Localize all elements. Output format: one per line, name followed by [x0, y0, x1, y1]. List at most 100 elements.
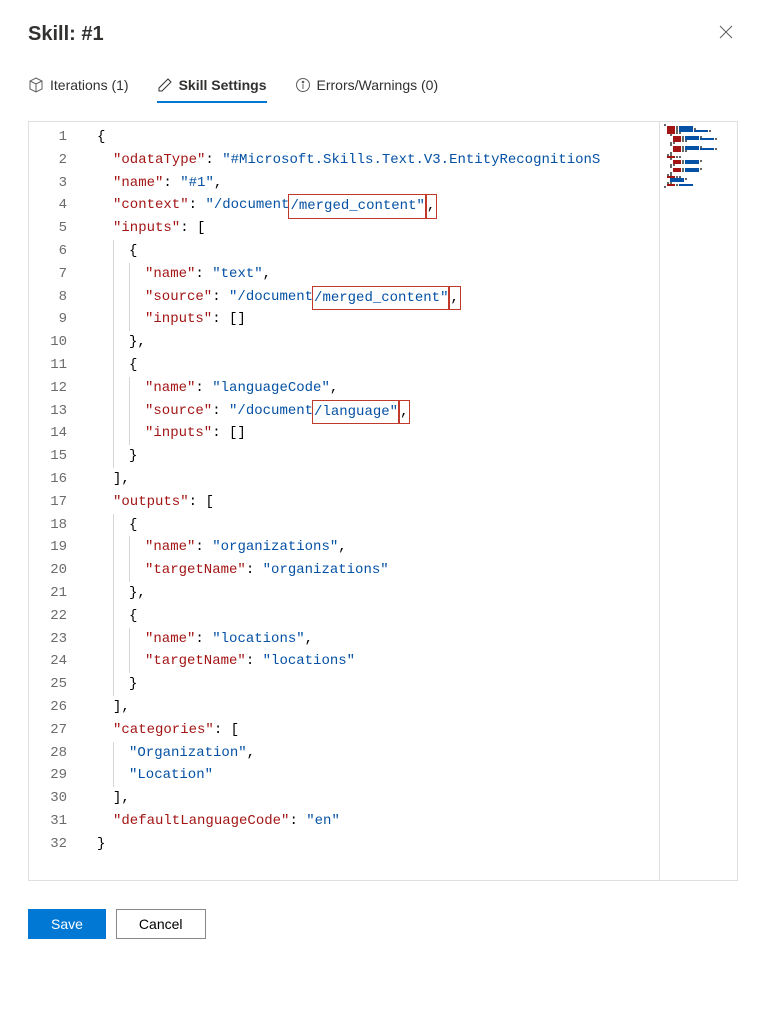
- code-line[interactable]: "inputs": [: [97, 217, 659, 240]
- editor-code-area[interactable]: {"odataType": "#Microsoft.Skills.Text.V3…: [85, 122, 659, 880]
- code-token: {: [129, 240, 137, 263]
- line-number: 32: [33, 833, 67, 856]
- line-number: 10: [33, 331, 67, 354]
- code-token: []: [229, 308, 246, 331]
- code-line[interactable]: {: [97, 514, 659, 537]
- code-token: ,: [448, 286, 460, 311]
- code-token: ,: [121, 787, 129, 810]
- line-number: 5: [33, 217, 67, 240]
- code-line[interactable]: "source": "/document/language",: [97, 400, 659, 423]
- line-number: 31: [33, 810, 67, 833]
- code-token: :: [163, 172, 180, 195]
- code-line[interactable]: {: [97, 605, 659, 628]
- line-number: 4: [33, 194, 67, 217]
- code-token: "/document: [229, 286, 313, 309]
- code-token: "text": [212, 263, 262, 286]
- code-token: :: [212, 400, 229, 423]
- code-token: :: [195, 628, 212, 651]
- code-line[interactable]: {: [97, 240, 659, 263]
- code-token: }: [129, 582, 137, 605]
- code-line[interactable]: ],: [97, 787, 659, 810]
- close-button[interactable]: [714, 20, 738, 49]
- code-token: "en": [306, 810, 340, 833]
- tab-skill-settings[interactable]: Skill Settings: [157, 71, 267, 103]
- code-token: "name": [145, 536, 195, 559]
- code-token: :: [180, 217, 197, 240]
- code-token: :: [189, 194, 206, 217]
- code-line[interactable]: }: [97, 445, 659, 468]
- code-token: ]: [113, 787, 121, 810]
- code-line[interactable]: "Organization",: [97, 742, 659, 765]
- line-number: 21: [33, 582, 67, 605]
- code-token: "#Microsoft.Skills.Text.V3.EntityRecogni…: [222, 149, 600, 172]
- code-token: :: [212, 286, 229, 309]
- editor-minimap[interactable]: [659, 122, 737, 880]
- line-number: 12: [33, 377, 67, 400]
- code-token: }: [129, 331, 137, 354]
- line-number: 2: [33, 149, 67, 172]
- code-token: "categories": [113, 719, 214, 742]
- code-line[interactable]: ],: [97, 696, 659, 719]
- code-token: }: [129, 673, 137, 696]
- code-token: "languageCode": [212, 377, 330, 400]
- code-token: /merged_content": [288, 194, 426, 219]
- code-line[interactable]: "name": "#1",: [97, 172, 659, 195]
- code-line[interactable]: "targetName": "organizations": [97, 559, 659, 582]
- save-button[interactable]: Save: [28, 909, 106, 939]
- code-token: [: [231, 719, 239, 742]
- json-editor[interactable]: 1234567891011121314151617181920212223242…: [28, 121, 738, 881]
- line-number: 29: [33, 764, 67, 787]
- line-number: 16: [33, 468, 67, 491]
- line-number: 26: [33, 696, 67, 719]
- code-token: "name": [113, 172, 163, 195]
- line-number: 9: [33, 308, 67, 331]
- code-line[interactable]: "targetName": "locations": [97, 650, 659, 673]
- code-line[interactable]: "defaultLanguageCode": "en": [97, 810, 659, 833]
- code-line[interactable]: {: [97, 126, 659, 149]
- line-number: 17: [33, 491, 67, 514]
- code-line[interactable]: }: [97, 833, 659, 856]
- code-token: ,: [338, 536, 346, 559]
- code-line[interactable]: },: [97, 582, 659, 605]
- cancel-button[interactable]: Cancel: [116, 909, 206, 939]
- tab-errors-warnings[interactable]: Errors/Warnings (0): [295, 71, 439, 103]
- code-token: ]: [113, 696, 121, 719]
- code-token: ,: [137, 582, 145, 605]
- line-number: 13: [33, 400, 67, 423]
- code-line[interactable]: ],: [97, 468, 659, 491]
- code-line[interactable]: "categories": [: [97, 719, 659, 742]
- code-line[interactable]: "outputs": [: [97, 491, 659, 514]
- code-token: {: [129, 514, 137, 537]
- code-line[interactable]: },: [97, 331, 659, 354]
- code-line[interactable]: "name": "locations",: [97, 628, 659, 651]
- code-token: "context": [113, 194, 189, 217]
- code-line[interactable]: "source": "/document/merged_content",: [97, 286, 659, 309]
- code-line[interactable]: "context": "/document/merged_content",: [97, 194, 659, 217]
- code-line[interactable]: "inputs": []: [97, 422, 659, 445]
- code-token: "outputs": [113, 491, 189, 514]
- tab-iterations[interactable]: Iterations (1): [28, 71, 129, 103]
- code-line[interactable]: {: [97, 354, 659, 377]
- tab-bar: Iterations (1) Skill Settings Errors/War…: [28, 71, 738, 103]
- code-token: "Organization": [129, 742, 247, 765]
- code-line[interactable]: "name": "organizations",: [97, 536, 659, 559]
- tab-iterations-label: Iterations (1): [50, 77, 129, 93]
- code-line[interactable]: "Location": [97, 764, 659, 787]
- line-number: 22: [33, 605, 67, 628]
- code-line[interactable]: }: [97, 673, 659, 696]
- code-token: :: [214, 719, 231, 742]
- code-line[interactable]: "inputs": []: [97, 308, 659, 331]
- code-token: {: [129, 354, 137, 377]
- line-number: 23: [33, 628, 67, 651]
- code-token: ]: [113, 468, 121, 491]
- code-token: ,: [398, 400, 410, 425]
- code-token: {: [129, 605, 137, 628]
- code-line[interactable]: "odataType": "#Microsoft.Skills.Text.V3.…: [97, 149, 659, 172]
- code-token: "/document: [205, 194, 289, 217]
- code-line[interactable]: "name": "languageCode",: [97, 377, 659, 400]
- tab-settings-label: Skill Settings: [179, 77, 267, 93]
- cube-icon: [28, 77, 44, 93]
- code-line[interactable]: "name": "text",: [97, 263, 659, 286]
- editor-gutter: 1234567891011121314151617181920212223242…: [29, 122, 85, 880]
- code-token: :: [195, 377, 212, 400]
